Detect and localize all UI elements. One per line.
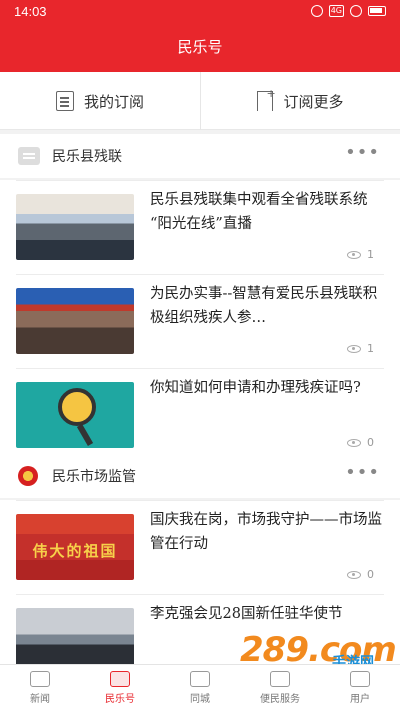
status-icons: 4G bbox=[310, 5, 386, 17]
my-subscriptions-label: 我的订阅 bbox=[83, 92, 144, 111]
divider bbox=[16, 180, 384, 181]
heart-icon bbox=[270, 671, 290, 687]
alarm-icon bbox=[310, 5, 323, 17]
tab-news[interactable]: 新闻 bbox=[0, 665, 80, 711]
view-count-value: 1 bbox=[367, 342, 374, 355]
page-title: 民乐号 bbox=[177, 38, 223, 56]
divider bbox=[16, 500, 384, 501]
news-icon bbox=[30, 671, 50, 687]
tab-user[interactable]: 用户 bbox=[320, 665, 400, 711]
news-headline: 为民办实事--智慧有爱民乐县残联积极组织残疾人参… bbox=[150, 286, 378, 326]
news-item[interactable]: 你知道如何申请和办理残疾证吗? 0 bbox=[0, 368, 400, 462]
magnifier-icon bbox=[58, 388, 96, 426]
network-label: 4G bbox=[328, 5, 344, 17]
city-icon bbox=[190, 671, 210, 687]
news-thumbnail: 伟大的祖国 bbox=[16, 514, 134, 580]
news-headline: 民乐县残联集中观看全省残联系统 “阳光在线”直播 bbox=[150, 192, 368, 232]
tab-local[interactable]: 同城 bbox=[160, 665, 240, 711]
view-count-value: 0 bbox=[367, 436, 374, 449]
subscribe-more-button[interactable]: 订阅更多 bbox=[200, 72, 400, 130]
tab-services[interactable]: 便民服务 bbox=[240, 665, 320, 711]
subscribe-more-label: 订阅更多 bbox=[283, 92, 344, 111]
tab-label: 便民服务 bbox=[260, 694, 300, 705]
view-count: 0 bbox=[347, 436, 374, 449]
magnifier-handle bbox=[76, 423, 94, 447]
document-icon bbox=[55, 91, 74, 111]
news-thumbnail bbox=[16, 382, 134, 448]
tab-label: 新闻 bbox=[30, 694, 50, 705]
chat-bubble-icon bbox=[110, 671, 130, 687]
tab-minle-hao[interactable]: 民乐号 bbox=[80, 665, 160, 711]
eye-icon bbox=[347, 344, 361, 353]
divider bbox=[16, 594, 384, 595]
divider bbox=[16, 368, 384, 369]
news-item[interactable]: 伟大的祖国 国庆我在岗，市场我守护——市场监管在行动 0 bbox=[0, 500, 400, 594]
tab-label: 民乐号 bbox=[105, 694, 135, 705]
news-thumbnail bbox=[16, 608, 134, 664]
title-bar: 民乐号 bbox=[0, 24, 400, 72]
eye-icon bbox=[347, 250, 361, 259]
view-count: 1 bbox=[347, 248, 374, 261]
thumbnail-caption: 伟大的祖国 bbox=[32, 542, 118, 560]
view-count-value: 0 bbox=[367, 568, 374, 581]
section-header[interactable]: 民乐市场监管 ••• bbox=[0, 454, 400, 498]
more-options-icon[interactable]: ••• bbox=[345, 142, 380, 163]
subscribe-bar: 我的订阅 订阅更多 bbox=[0, 72, 400, 130]
chat-icon bbox=[18, 147, 40, 165]
news-thumbnail bbox=[16, 288, 134, 354]
bottom-tab-bar: 新闻 民乐号 同城 便民服务 用户 bbox=[0, 664, 400, 711]
status-time: 14:03 bbox=[14, 4, 47, 19]
user-icon bbox=[350, 671, 370, 687]
my-subscriptions-button[interactable]: 我的订阅 bbox=[0, 72, 200, 130]
more-options-icon[interactable]: ••• bbox=[345, 462, 380, 483]
section-title: 民乐市场监管 bbox=[52, 469, 136, 485]
news-headline: 国庆我在岗，市场我守护——市场监管在行动 bbox=[150, 512, 382, 552]
eye-icon bbox=[347, 570, 361, 579]
news-item[interactable]: 民乐县残联集中观看全省残联系统 “阳光在线”直播 1 bbox=[0, 180, 400, 274]
emblem-icon bbox=[18, 466, 38, 486]
news-thumbnail bbox=[16, 194, 134, 260]
view-count: 0 bbox=[347, 568, 374, 581]
section-header[interactable]: 民乐县残联 ••• bbox=[0, 134, 400, 178]
news-item[interactable]: 为民办实事--智慧有爱民乐县残联积极组织残疾人参… 1 bbox=[0, 274, 400, 368]
tab-label: 用户 bbox=[350, 694, 370, 705]
wifi-icon bbox=[350, 5, 362, 17]
bookmark-add-icon bbox=[257, 87, 276, 111]
tab-label: 同城 bbox=[190, 694, 210, 705]
eye-icon bbox=[347, 438, 361, 447]
feed: 民乐县残联 ••• 民乐县残联集中观看全省残联系统 “阳光在线”直播 1 为民办… bbox=[0, 134, 400, 664]
view-count: 1 bbox=[347, 342, 374, 355]
battery-icon bbox=[368, 6, 386, 16]
view-count-value: 1 bbox=[367, 248, 374, 261]
news-headline: 李克强会见28国新任驻华使节 bbox=[150, 606, 343, 622]
divider bbox=[16, 274, 384, 275]
section-title: 民乐县残联 bbox=[52, 149, 122, 165]
status-bar: 14:03 4G bbox=[0, 0, 400, 24]
news-headline: 你知道如何申请和办理残疾证吗? bbox=[150, 380, 361, 396]
